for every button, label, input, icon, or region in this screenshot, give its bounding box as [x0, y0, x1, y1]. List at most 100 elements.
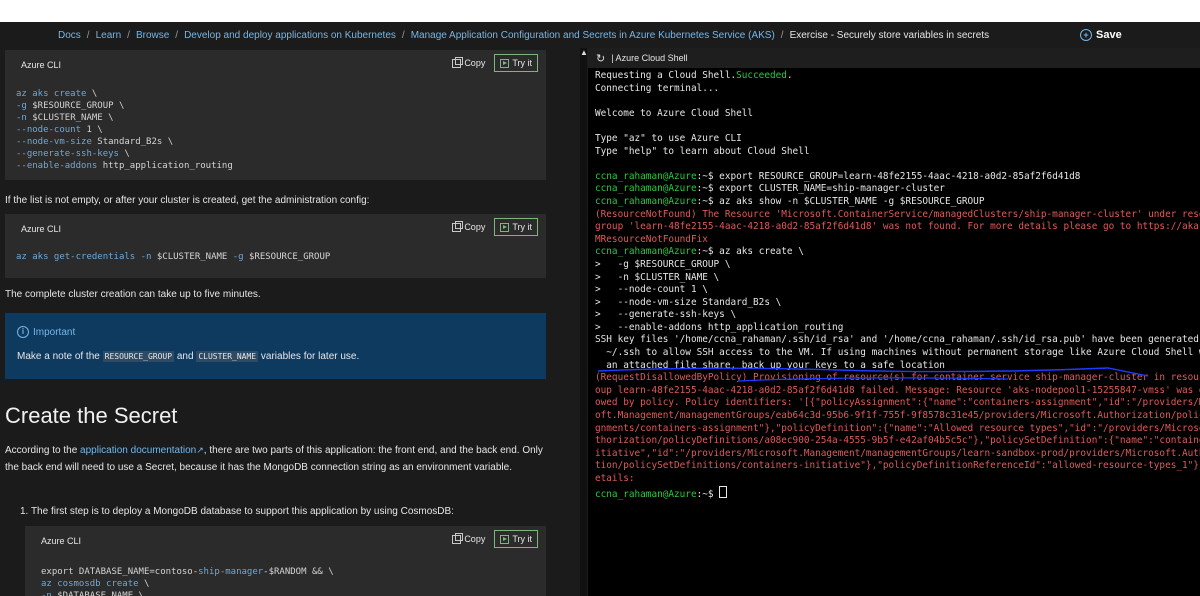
terminal-line: ~/.ssh to allow SSH access to the VM. If… — [595, 347, 1200, 360]
copy-button[interactable]: Copy — [446, 54, 491, 72]
terminal-text: owed by policy. Policy identifiers: '[{"… — [595, 397, 1200, 409]
breadcrumb-bar: Docs / Learn / Browse / Develop and depl… — [0, 22, 1200, 48]
code-language-label: Azure CLI — [21, 224, 62, 234]
try-it-label: Try it — [512, 534, 532, 544]
terminal-text: > -n $CLUSTER_NAME \ — [595, 271, 720, 283]
terminal-line: Type "az" to use Azure CLI — [595, 133, 1200, 146]
terminal-text: thorization/policyDefinitions/a08ec900-2… — [595, 435, 1200, 447]
paragraph-application-parts: According to the application documentati… — [5, 442, 545, 476]
terminal-text: :~$ export CLUSTER_NAME=ship-manager-clu… — [696, 183, 945, 195]
terminal-line: ccna_rahaman@Azure:~$ export RESOURCE_GR… — [595, 171, 1200, 184]
breadcrumb-learning-path[interactable]: Develop and deploy applications on Kuber… — [184, 30, 396, 41]
callout-text: variables for later use. — [260, 351, 360, 362]
terminal-text: oft.Management/managementGroups/eab64c3d… — [595, 410, 1200, 422]
breadcrumb-docs[interactable]: Docs — [58, 30, 81, 41]
code-line: --node-count 1 \ — [16, 124, 233, 136]
code-token: export DATABASE_NAME=contoso- — [41, 567, 199, 577]
copy-button[interactable]: Copy — [446, 218, 491, 236]
terminal-line: > --enable-addons http_application_routi… — [595, 322, 1200, 335]
copy-label: Copy — [464, 58, 486, 68]
pane-divider[interactable]: ▲ — [580, 48, 588, 596]
breadcrumb-current: Exercise - Securely store variables in s… — [789, 29, 990, 41]
terminal-line: > -g $RESOURCE_GROUP \ — [595, 259, 1200, 272]
terminal-line: tion/policySetDefinitions/containers-ini… — [595, 460, 1200, 473]
terminal-text: Type "help" to learn about Cloud Shell — [595, 145, 810, 157]
code-token: -g — [16, 101, 27, 111]
paragraph-cluster-time: The complete cluster creation can take u… — [5, 289, 261, 300]
terminal-text: :~$ — [696, 488, 720, 500]
save-button[interactable]: + Save — [1080, 22, 1122, 48]
code-token: --enable-addons — [16, 161, 98, 171]
breadcrumb-separator: / — [780, 29, 784, 41]
prompt-text: ccna_rahaman@Azure — [595, 183, 697, 195]
terminal-line: thorization/policyDefinitions/a08ec900-2… — [595, 435, 1200, 448]
code-block-get-credentials: Azure CLI Copy Try it az aks get-credent… — [5, 214, 546, 278]
terminal-text: gnments/containers-assignment"},"policyD… — [595, 422, 1200, 434]
code-block-cosmosdb: Azure CLI Copy Try it export DATABASE_NA… — [25, 526, 546, 596]
breadcrumb-learn[interactable]: Learn — [96, 30, 122, 41]
terminal-line: > --node-count 1 \ — [595, 284, 1200, 297]
info-icon: i — [17, 326, 29, 338]
play-icon — [500, 222, 510, 232]
code-token: \ — [86, 89, 98, 99]
code-content: az aks create \ -g $RESOURCE_GROUP \ -n $C… — [16, 88, 233, 172]
code-line: az cosmosdb create \ — [41, 578, 334, 590]
terminal-text: > --generate-ssh-keys \ — [595, 309, 737, 321]
link-text: application documentation — [80, 445, 197, 456]
play-icon — [500, 58, 510, 68]
terminal-line: MResourceNotFoundFix — [595, 234, 1200, 247]
code-token: $RESOURCE_GROUP \ — [26, 101, 125, 111]
cloud-shell-terminal[interactable]: ↻ | Azure Cloud Shell Requesting a Cloud… — [588, 48, 1200, 596]
terminal-output[interactable]: Requesting a Cloud Shell.Succeeded. Conne… — [595, 70, 1200, 501]
terminal-line: > --generate-ssh-keys \ — [595, 309, 1200, 322]
code-token: --node-count — [16, 125, 82, 135]
code-token: \ — [118, 149, 130, 159]
code-token: http_application_routing — [97, 161, 233, 171]
copy-label: Copy — [464, 534, 486, 544]
terminal-line: (ResourceNotFound) The Resource 'Microso… — [595, 209, 1200, 222]
terminal-header: ↻ | Azure Cloud Shell — [588, 48, 1200, 68]
terminal-text: ~/.ssh to allow SSH access to the VM. If… — [595, 347, 1200, 359]
terminal-text: MResourceNotFoundFix — [595, 233, 708, 245]
code-token: -n — [16, 113, 27, 123]
terminal-title: | Azure Cloud Shell — [611, 53, 688, 63]
terminal-text: SSH key files '/home/ccna_rahaman/.ssh/i… — [595, 334, 1200, 346]
terminal-text: (ResourceNotFound) The Resource 'Microso… — [595, 208, 1200, 220]
application-documentation-link[interactable]: application documentation↗ — [80, 445, 204, 456]
terminal-text: oup learn-48fe2155-4aac-4218-a0d2-85af2f… — [595, 384, 1200, 396]
code-token: --node-vm-size — [16, 137, 92, 147]
code-token: $CLUSTER_NAME — [151, 252, 233, 262]
docs-pane[interactable]: Azure CLI Copy Try it az aks create \ -g … — [0, 48, 584, 596]
copy-button[interactable]: Copy — [446, 530, 491, 548]
code-block-aks-create: Azure CLI Copy Try it az aks create \ -g … — [5, 50, 546, 180]
copy-icon — [452, 56, 464, 68]
breadcrumb: Docs / Learn / Browse / Develop and depl… — [58, 22, 989, 48]
code-block-header: Azure CLI Copy Try it — [5, 50, 546, 82]
breadcrumb-separator: / — [86, 29, 90, 41]
code-block-header: Azure CLI Copy Try it — [25, 526, 546, 558]
breadcrumb-module[interactable]: Manage Application Configuration and Sec… — [411, 30, 775, 41]
terminal-line: ccna_rahaman@Azure:~$ az aks create \ — [595, 246, 1200, 259]
terminal-line: owed by policy. Policy identifiers: '[{"… — [595, 397, 1200, 410]
refresh-icon[interactable]: ↻ — [596, 52, 605, 65]
code-block-actions: Copy Try it — [446, 530, 538, 548]
terminal-line: gnments/containers-assignment"},"policyD… — [595, 423, 1200, 436]
terminal-line: oft.Management/managementGroups/eab64c3d… — [595, 410, 1200, 423]
try-it-button[interactable]: Try it — [494, 530, 538, 548]
terminal-line — [595, 120, 1200, 133]
code-block-actions: Copy Try it — [446, 218, 538, 236]
breadcrumb-browse[interactable]: Browse — [136, 30, 169, 41]
terminal-line: ccna_rahaman@Azure:~$ az aks show -n $CL… — [595, 196, 1200, 209]
plus-circle-icon: + — [1080, 29, 1092, 41]
collapse-arrow-icon[interactable]: ▲ — [580, 48, 588, 57]
inline-code-cluster-name: CLUSTER_NAME — [196, 351, 259, 362]
terminal-text: itiative","id":"/providers/Microsoft.Man… — [595, 447, 1200, 459]
terminal-text: :~$ az aks create \ — [696, 246, 804, 258]
try-it-button[interactable]: Try it — [494, 54, 538, 72]
terminal-line: ccna_rahaman@Azure:~$ — [595, 485, 1200, 502]
code-line: export DATABASE_NAME=contoso-ship-manage… — [41, 566, 334, 578]
try-it-button[interactable]: Try it — [494, 218, 538, 236]
